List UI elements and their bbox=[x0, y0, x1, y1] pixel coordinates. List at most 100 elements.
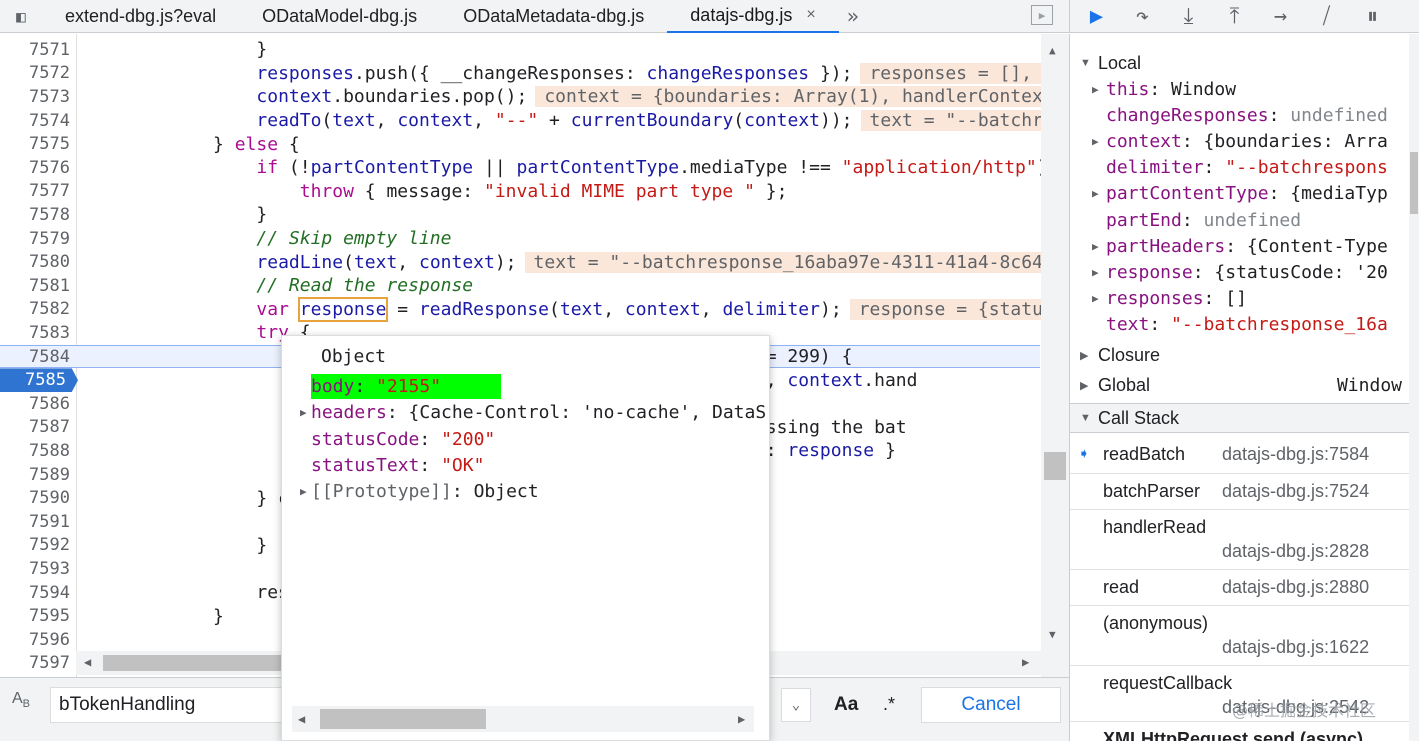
expand-triangle-icon[interactable]: ▶ bbox=[300, 406, 311, 419]
line-number[interactable]: 7596 bbox=[0, 630, 70, 650]
replace-toggle-icon[interactable]: AB bbox=[12, 690, 30, 710]
scope-global-header[interactable]: ▶ Global Window bbox=[1070, 370, 1410, 400]
line-number[interactable]: 7579 bbox=[0, 229, 70, 249]
line-number[interactable]: 7586 bbox=[0, 394, 70, 414]
tab-datajs-dbg[interactable]: datajs-dbg.js × bbox=[667, 0, 839, 33]
frame-location[interactable]: datajs-dbg.js:2828 bbox=[1222, 541, 1369, 562]
line-number[interactable]: 7591 bbox=[0, 512, 70, 532]
scope-variable-partheaders[interactable]: ▶ partHeaders: {Content-Type bbox=[1092, 233, 1410, 259]
line-number[interactable]: 7571 bbox=[0, 40, 70, 60]
code-line[interactable]: 7574 readTo(text, context, "--" + curren… bbox=[0, 109, 1069, 133]
line-number[interactable]: 7590 bbox=[0, 488, 70, 508]
call-stack-header[interactable]: ▼ Call Stack bbox=[1070, 403, 1410, 433]
scroll-down-icon[interactable]: ▼ bbox=[1049, 628, 1056, 641]
call-frame[interactable]: XMLHttpRequest.send (async) bbox=[1070, 722, 1410, 741]
expand-triangle-icon[interactable]: ▶ bbox=[1092, 292, 1106, 305]
expand-triangle-icon[interactable]: ▶ bbox=[1092, 266, 1106, 279]
line-number[interactable]: 7597 bbox=[0, 653, 70, 673]
line-number[interactable]: 7589 bbox=[0, 465, 70, 485]
scope-local-header[interactable]: ▼ Local bbox=[1070, 48, 1410, 78]
scrollbar-thumb[interactable] bbox=[1410, 152, 1418, 214]
line-number[interactable]: 7583 bbox=[0, 323, 70, 343]
property-row-prototype[interactable]: ▶ [[Prototype]]: Object bbox=[300, 479, 539, 503]
call-frame[interactable]: (anonymous) datajs-dbg.js:1622 bbox=[1070, 606, 1410, 666]
code-line[interactable]: 7578 } bbox=[0, 203, 1040, 227]
scroll-up-icon[interactable]: ▲ bbox=[1049, 44, 1056, 57]
tab-odatametadata-dbg[interactable]: ODataMetadata-dbg.js bbox=[440, 0, 667, 33]
property-row-statustext[interactable]: statusText: "OK" bbox=[300, 453, 484, 477]
scope-variable-response[interactable]: ▶ response: {statusCode: '20 bbox=[1092, 259, 1410, 285]
line-number[interactable]: 7572 bbox=[0, 63, 70, 83]
code-line[interactable]: 7581 // Read the response bbox=[0, 274, 1040, 298]
toggle-debugger-icon[interactable]: ▶ bbox=[1031, 5, 1053, 25]
scope-variable-responses[interactable]: ▶ responses: [] bbox=[1092, 286, 1410, 312]
expand-triangle-icon[interactable]: ▶ bbox=[1092, 135, 1106, 148]
scroll-right-icon[interactable]: ▶ bbox=[1022, 655, 1029, 669]
sidebar-scrollbar[interactable] bbox=[1409, 34, 1419, 741]
call-frame[interactable]: read datajs-dbg.js:2880 bbox=[1070, 570, 1410, 606]
step-over-icon[interactable]: ↷ bbox=[1130, 4, 1155, 29]
expand-triangle-icon[interactable]: ▶ bbox=[300, 485, 311, 498]
deactivate-breakpoints-icon[interactable]: ⧸ bbox=[1314, 4, 1339, 29]
tab-odatamodel-dbg[interactable]: ODataModel-dbg.js bbox=[239, 0, 440, 33]
close-tab-icon[interactable]: × bbox=[806, 6, 815, 24]
code-line[interactable]: 7575 } else { bbox=[0, 132, 1040, 156]
more-tabs-icon[interactable]: » bbox=[839, 4, 867, 28]
line-number[interactable]: 7587 bbox=[0, 417, 70, 437]
tab-extend-dbg[interactable]: extend-dbg.js?eval bbox=[42, 0, 239, 33]
editor-vertical-scrollbar[interactable]: ▲ ▼ bbox=[1041, 34, 1069, 677]
call-frame[interactable]: batchParser datajs-dbg.js:7524 bbox=[1070, 474, 1410, 510]
line-number[interactable]: 7595 bbox=[0, 606, 70, 626]
pause-on-exceptions-icon[interactable]: ⏸ bbox=[1360, 4, 1385, 29]
line-number[interactable]: 7580 bbox=[0, 252, 70, 272]
scrollbar-thumb[interactable] bbox=[103, 655, 283, 671]
step-out-icon[interactable]: ⤒ bbox=[1222, 4, 1247, 29]
step-into-icon[interactable]: ⤓ bbox=[1176, 4, 1201, 29]
scroll-left-icon[interactable]: ◀ bbox=[84, 655, 91, 669]
regex-button[interactable]: .* bbox=[883, 694, 895, 715]
line-number[interactable]: 7592 bbox=[0, 535, 70, 555]
scope-variable-text[interactable]: text: "--batchresponse_16a bbox=[1092, 312, 1410, 338]
step-icon[interactable]: → bbox=[1268, 4, 1293, 29]
line-number[interactable]: 7576 bbox=[0, 158, 70, 178]
code-line[interactable]: 7582 var response = readResponse(text, c… bbox=[0, 296, 1069, 322]
scope-variable-partcontenttype[interactable]: ▶ partContentType: {mediaTyp bbox=[1092, 181, 1410, 207]
scope-variable-this[interactable]: ▶ this: Window bbox=[1092, 76, 1410, 102]
match-case-button[interactable]: Aa bbox=[834, 694, 858, 716]
scope-variable-changeresponses[interactable]: changeResponses: undefined bbox=[1092, 102, 1410, 128]
frame-location[interactable]: datajs-dbg.js:7584 bbox=[1222, 444, 1369, 465]
toggle-navigator-icon[interactable]: ◧ bbox=[0, 0, 42, 33]
code-line[interactable]: 7573 context.boundaries.pop(); context = … bbox=[0, 85, 1069, 109]
line-number[interactable]: 7574 bbox=[0, 111, 70, 131]
line-number[interactable]: 7594 bbox=[0, 583, 70, 603]
code-line[interactable]: 7571 } bbox=[0, 38, 1040, 62]
scope-closure-header[interactable]: ▶ Closure bbox=[1070, 340, 1410, 370]
popover-horizontal-scrollbar[interactable]: ◀ ▶ bbox=[292, 706, 754, 732]
property-row-body[interactable]: body: "2155" bbox=[300, 373, 502, 399]
call-frame[interactable]: ➧ readBatch datajs-dbg.js:7584 bbox=[1070, 437, 1410, 474]
scroll-right-icon[interactable]: ▶ bbox=[738, 712, 745, 726]
scrollbar-thumb[interactable] bbox=[1044, 452, 1066, 480]
frame-location[interactable]: datajs-dbg.js:7524 bbox=[1222, 481, 1369, 502]
scroll-left-icon[interactable]: ◀ bbox=[298, 712, 305, 726]
scope-variable-partend[interactable]: partEnd: undefined bbox=[1092, 207, 1410, 233]
object-preview-popover[interactable]: Object body: "2155" ▶ headers: {Cache-Co… bbox=[281, 335, 770, 741]
expand-triangle-icon[interactable]: ▶ bbox=[1092, 187, 1106, 200]
line-number[interactable]: 7588 bbox=[0, 441, 70, 461]
property-row-headers[interactable]: ▶ headers: {Cache-Control: 'no-cache', D… bbox=[300, 400, 766, 424]
scope-variable-delimiter[interactable]: delimiter: "--batchrespons bbox=[1092, 155, 1410, 181]
call-frame[interactable]: handlerRead datajs-dbg.js:2828 bbox=[1070, 510, 1410, 570]
scope-variable-context[interactable]: ▶ context: {boundaries: Arra bbox=[1092, 128, 1410, 154]
line-number[interactable]: 7593 bbox=[0, 559, 70, 579]
line-number[interactable]: 7582 bbox=[0, 299, 70, 319]
line-number[interactable]: 7584 bbox=[0, 347, 70, 367]
expand-triangle-icon[interactable]: ▶ bbox=[1092, 83, 1106, 96]
resume-icon[interactable]: ▶︎ bbox=[1084, 4, 1109, 29]
property-row-statuscode[interactable]: statusCode: "200" bbox=[300, 427, 495, 451]
search-input[interactable] bbox=[50, 687, 290, 723]
expand-triangle-icon[interactable]: ▶ bbox=[1092, 240, 1106, 253]
cancel-button[interactable]: Cancel bbox=[921, 687, 1061, 723]
search-options-dropdown[interactable]: ⌄ bbox=[781, 688, 811, 722]
frame-location[interactable]: datajs-dbg.js:1622 bbox=[1222, 637, 1369, 658]
code-line[interactable]: 7572 responses.push({ __changeResponses:… bbox=[0, 62, 1069, 86]
